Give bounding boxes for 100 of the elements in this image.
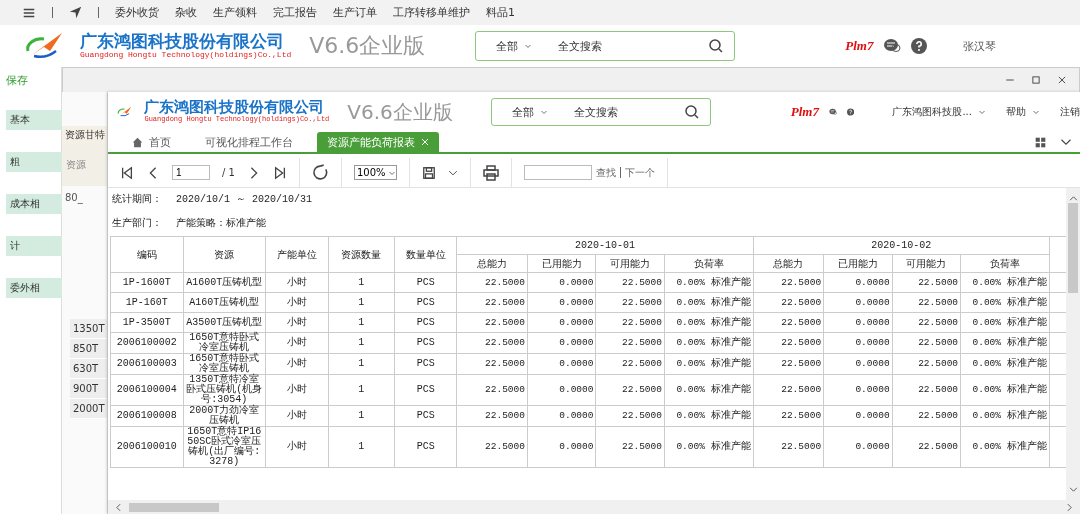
list-item[interactable]: 850T: [70, 339, 107, 359]
table-cell: 0.0000: [823, 405, 893, 427]
table-cell: 0.00% 标准产能: [960, 272, 1050, 293]
column-header: 数量单位: [394, 236, 457, 273]
sidebar-group[interactable]: 委外相: [6, 278, 62, 298]
last-page-button[interactable]: [272, 165, 287, 180]
table-cell: 0.0000: [527, 312, 596, 333]
save-button[interactable]: [421, 165, 436, 180]
column-header: 资源: [183, 236, 266, 273]
sidebar-group[interactable]: 计: [6, 236, 62, 256]
header-menu[interactable]: 广东鸿图科技股...: [892, 105, 986, 119]
table-cell: 0.0000: [823, 312, 893, 333]
version-label: V6.6企业版: [309, 32, 426, 60]
table-cell: 22.5000: [457, 405, 528, 427]
scroll-down-icon[interactable]: [1068, 485, 1078, 494]
header-menu[interactable]: 帮助: [1006, 105, 1040, 119]
table-cell: 0.00% 标准产能: [664, 292, 754, 313]
table-cell: 0.0000: [823, 332, 893, 354]
plm-label[interactable]: Plm7: [845, 38, 874, 54]
table-cell: 0.0000: [527, 426, 596, 468]
table-cell: 22.5000: [457, 374, 528, 406]
zoom-select[interactable]: 100%: [353, 165, 397, 180]
header-menu[interactable]: 注销: [1060, 105, 1080, 119]
vertical-scrollbar[interactable]: [1066, 188, 1080, 500]
table-cell: 22.5000: [457, 312, 528, 333]
sidebar-group[interactable]: 粗: [6, 152, 62, 172]
table-cell: 22.5000: [753, 374, 824, 406]
table-cell: 0.00% 标准产能: [960, 353, 1050, 375]
sidebar-group[interactable]: 基本: [6, 110, 62, 130]
user-name[interactable]: 张汉琴: [963, 38, 997, 54]
table-cell: PCS: [394, 353, 457, 375]
plm-label[interactable]: Plm7: [790, 104, 819, 120]
table-cell: 22.5000: [892, 426, 961, 468]
quick-menu-item[interactable]: 委外收货: [115, 5, 159, 20]
table-cell: 22.5000: [753, 272, 824, 293]
search-scope-select[interactable]: 全部: [486, 38, 543, 54]
next-link[interactable]: 下一个: [624, 165, 655, 180]
grid-icon[interactable]: [1035, 136, 1046, 148]
find-link[interactable]: 查找: [595, 165, 616, 180]
scroll-right-icon[interactable]: [1065, 502, 1074, 512]
table-cell: 1: [328, 332, 395, 354]
scrollbar-thumb[interactable]: [1068, 203, 1078, 293]
quick-menu-item[interactable]: 工序转移单维护: [393, 5, 470, 20]
chat-icon[interactable]: [883, 38, 902, 54]
scroll-left-icon[interactable]: [114, 502, 123, 512]
search-icon[interactable]: [708, 38, 725, 54]
save-link[interactable]: 保存: [6, 73, 61, 88]
quick-menu-item[interactable]: 完工报告: [273, 5, 317, 20]
search-field[interactable]: 全部 全文搜索: [490, 98, 711, 126]
quick-menu-item[interactable]: 杂收: [175, 5, 197, 20]
find-field[interactable]: [523, 165, 592, 180]
maximize-icon[interactable]: [1031, 75, 1041, 85]
version-label: V6.6企业版: [347, 98, 453, 126]
scrollbar-thumb[interactable]: [129, 502, 219, 512]
table-cell: 22.5000: [457, 292, 528, 313]
list-item[interactable]: 630T: [70, 359, 107, 379]
list-item[interactable]: 900T: [70, 379, 107, 399]
search-field[interactable]: 全部 全文搜索: [475, 31, 736, 61]
list-item[interactable]: 2000T: [70, 399, 107, 419]
close-icon[interactable]: [1057, 75, 1067, 85]
caret-icon: [539, 108, 548, 116]
list-item[interactable]: 1350T: [70, 319, 107, 339]
table-cell: 小时: [265, 374, 329, 406]
column-header: 负荷率: [664, 254, 754, 273]
first-page-button[interactable]: [120, 165, 134, 180]
table-cell: 2006100002: [110, 332, 183, 354]
search-icon[interactable]: [683, 104, 700, 120]
table-cell: 0.00% 标准产能: [960, 292, 1050, 313]
column-header: 已用能力: [823, 254, 893, 273]
table-cell: PCS: [394, 405, 457, 427]
strategy-label: 产能策略：标准产能: [176, 216, 266, 230]
table-cell: 0.0000: [527, 292, 596, 313]
quick-menu-item[interactable]: 生产领料: [213, 5, 257, 20]
refresh-button[interactable]: [311, 164, 329, 181]
table-cell: 2000T力劲冷室压铸机: [183, 405, 266, 427]
table-cell: PCS: [394, 332, 457, 354]
search-scope-select[interactable]: 全部: [501, 104, 558, 120]
table-cell: 小时: [265, 353, 329, 375]
table-cell: 22.5000: [892, 332, 961, 354]
table-cell: 0.00% 标准产能: [664, 426, 754, 468]
table-cell: 22.5000: [753, 312, 824, 333]
table-cell: 22.5000: [753, 332, 824, 354]
navigation-icon[interactable]: [69, 6, 82, 19]
table-cell: PCS: [394, 272, 457, 293]
tree-item[interactable]: 80_: [62, 186, 107, 209]
page-input[interactable]: 1: [172, 165, 210, 180]
table-cell: 0.0000: [527, 272, 596, 293]
quick-menu-item[interactable]: 料品1: [486, 5, 515, 20]
table-cell: 0.00% 标准产能: [960, 332, 1050, 354]
tab[interactable]: 首页: [122, 132, 181, 152]
column-header: 资源: [62, 144, 107, 186]
column-header: 编码: [110, 236, 183, 273]
quick-menu-item[interactable]: 生产订单: [333, 5, 377, 20]
sidebar-group[interactable]: 成本相: [6, 194, 62, 214]
print-button[interactable]: [482, 164, 499, 181]
horizontal-scrollbar[interactable]: [108, 500, 1080, 514]
table-cell: 0.0000: [527, 332, 596, 354]
scroll-up-icon[interactable]: [1068, 194, 1078, 203]
help-icon[interactable]: [911, 38, 928, 54]
tab[interactable]: 可视化排程工作台: [195, 132, 303, 152]
